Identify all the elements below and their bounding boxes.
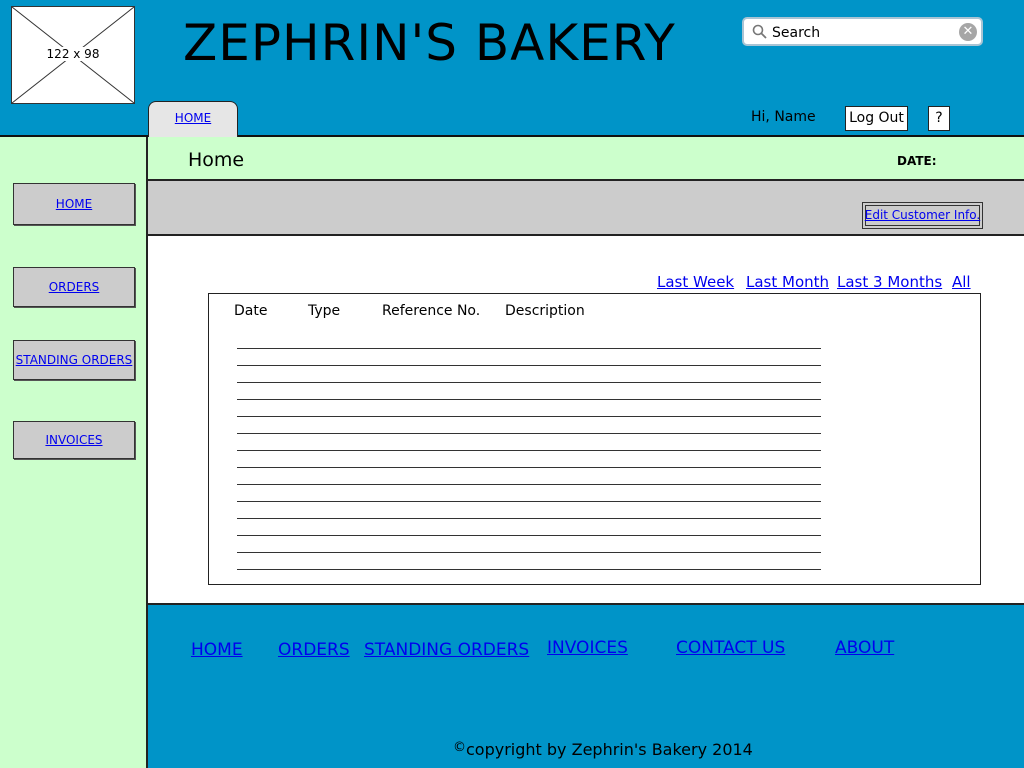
footer-link-invoices[interactable]: INVOICES [547, 638, 628, 658]
footer: HOME ORDERS STANDING ORDERS INVOICES CON… [148, 603, 1024, 768]
sidebar-item-invoices[interactable]: INVOICES [13, 421, 135, 459]
search-input[interactable] [772, 23, 952, 43]
footer-link-orders[interactable]: ORDERS [278, 640, 350, 660]
sidebar-item-label[interactable]: INVOICES [45, 433, 102, 447]
tab-home-label[interactable]: HOME [175, 111, 211, 125]
edit-customer-info-button[interactable]: Edit Customer Info. [862, 202, 983, 229]
table-row [237, 535, 821, 536]
table-row [237, 450, 821, 451]
footer-link-standing-orders[interactable]: STANDING ORDERS [364, 640, 529, 660]
transactions-table: Date Type Reference No. Description [208, 293, 981, 585]
sidebar-item-orders[interactable]: ORDERS [13, 267, 135, 307]
table-row [237, 501, 821, 502]
table-row [237, 399, 821, 400]
table-row [237, 484, 821, 485]
footer-link-home[interactable]: HOME [191, 640, 243, 660]
sidebar-item-standing-orders[interactable]: STANDING ORDERS [13, 340, 135, 380]
page-header: Home DATE: [148, 137, 1024, 181]
logo-dimension-label: 122 x 98 [44, 47, 102, 61]
table-row [237, 348, 821, 349]
page-title: Home [188, 149, 245, 171]
filter-last-month[interactable]: Last Month [746, 273, 829, 291]
tab-home[interactable]: HOME [148, 101, 238, 138]
sidebar-item-label[interactable]: ORDERS [49, 280, 100, 294]
table-row [237, 416, 821, 417]
table-row [237, 382, 821, 383]
site-title: ZEPHRIN'S BAKERY [183, 14, 676, 72]
sidebar-item-label[interactable]: HOME [56, 197, 92, 211]
copyright-notice: ©copyright by Zephrin's Bakery 2014 [453, 740, 753, 759]
table-row [237, 569, 821, 570]
table-row [237, 467, 821, 468]
filter-last-3-months[interactable]: Last 3 Months [837, 273, 942, 291]
logo-placeholder-image: 122 x 98 [11, 6, 135, 104]
user-greeting: Hi, Name [751, 109, 816, 125]
footer-link-contact-us[interactable]: CONTACT US [676, 638, 785, 658]
clear-search-icon[interactable]: ✕ [959, 23, 977, 41]
column-header-description: Description [505, 303, 585, 319]
sidebar-item-home[interactable]: HOME [13, 183, 135, 225]
table-row [237, 518, 821, 519]
column-header-date: Date [234, 303, 268, 319]
logout-button[interactable]: Log Out [845, 106, 908, 131]
search-icon [752, 24, 767, 39]
filter-all[interactable]: All [952, 273, 971, 291]
date-label: DATE: [897, 154, 937, 168]
edit-customer-info-label[interactable]: Edit Customer Info. [865, 208, 980, 222]
filter-last-week[interactable]: Last Week [657, 273, 734, 291]
copyright-text: copyright by Zephrin's Bakery 2014 [466, 740, 753, 759]
footer-link-about[interactable]: ABOUT [835, 638, 894, 658]
search-box[interactable]: ✕ [742, 17, 983, 46]
table-row [237, 365, 821, 366]
sidebar: HOME ORDERS STANDING ORDERS INVOICES [0, 137, 148, 768]
table-row [237, 433, 821, 434]
sidebar-item-label[interactable]: STANDING ORDERS [16, 353, 133, 367]
column-header-reference: Reference No. [382, 303, 481, 319]
header-bar: 122 x 98 ZEPHRIN'S BAKERY ✕ HOME Hi, Nam… [0, 0, 1024, 138]
copyright-symbol: © [453, 740, 466, 755]
help-button[interactable]: ? [928, 106, 950, 131]
column-header-type: Type [308, 303, 341, 319]
table-row [237, 552, 821, 553]
toolbar: Edit Customer Info. [148, 181, 1024, 236]
